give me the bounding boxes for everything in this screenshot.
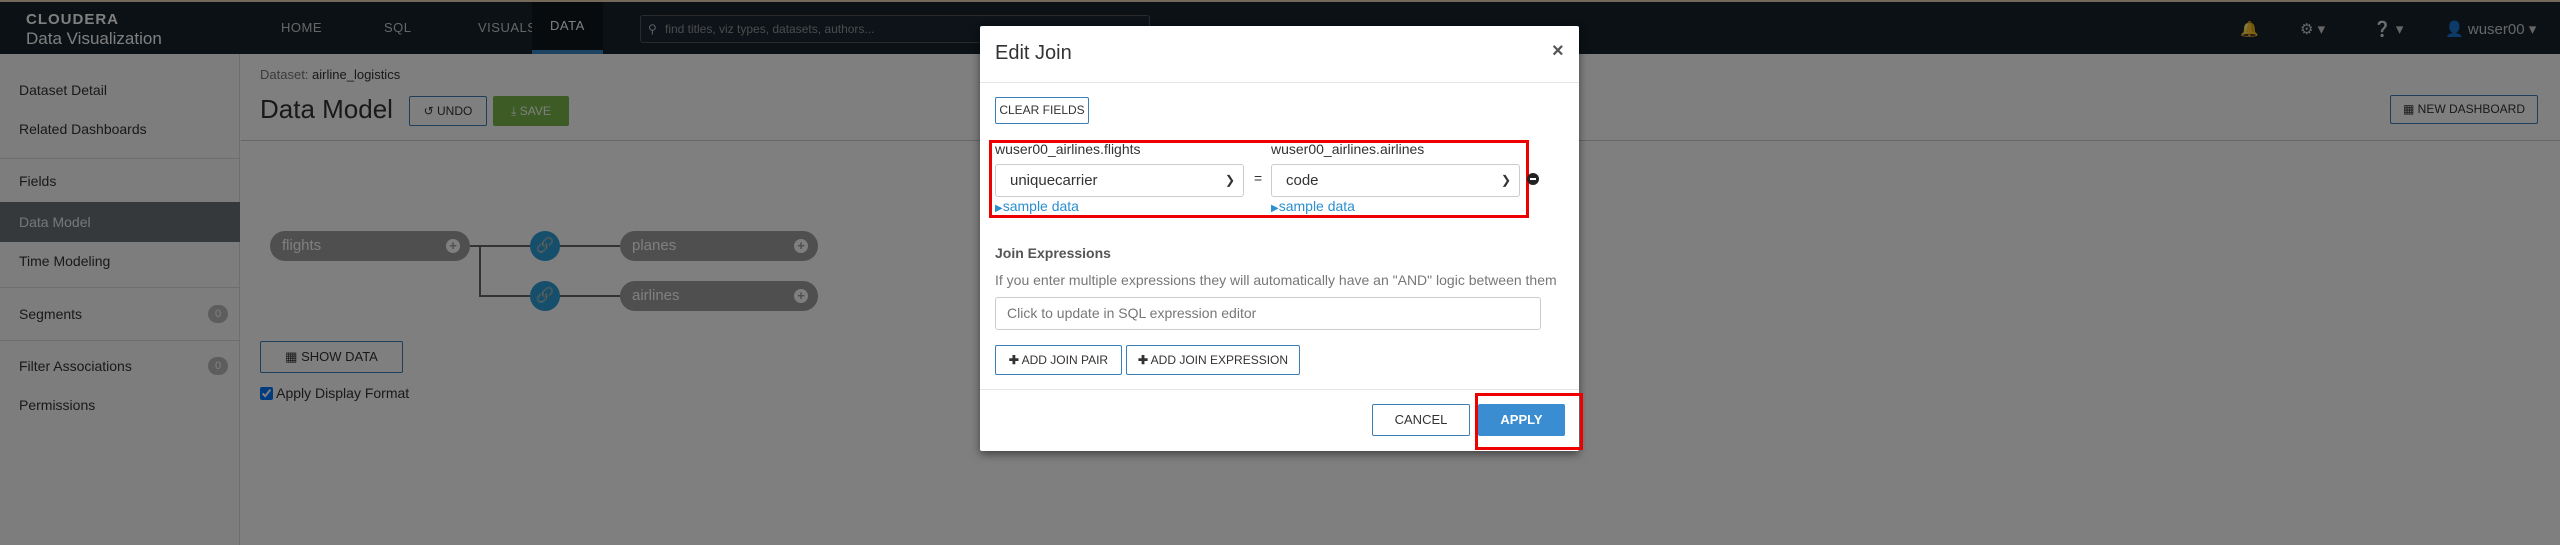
remove-pair-icon[interactable] bbox=[1527, 173, 1539, 185]
sample-data-label: sample data bbox=[1278, 198, 1355, 214]
chevron-down-icon: ❯ bbox=[1500, 173, 1511, 187]
chevron-down-icon: ❯ bbox=[1224, 173, 1235, 187]
equals-sign: = bbox=[1254, 170, 1263, 186]
divider bbox=[980, 82, 1579, 83]
left-field-value: uniquecarrier bbox=[1010, 172, 1098, 189]
modal-title: Edit Join bbox=[995, 42, 1072, 64]
close-icon[interactable]: × bbox=[1552, 40, 1564, 63]
add-join-pair-button[interactable]: ✚ ADD JOIN PAIR bbox=[995, 345, 1122, 375]
join-expressions-heading: Join Expressions bbox=[995, 245, 1111, 261]
right-sample-data-link[interactable]: ▶sample data bbox=[1271, 198, 1355, 214]
apply-highlight-box bbox=[1475, 393, 1583, 450]
right-table-label: wuser00_airlines.airlines bbox=[1271, 141, 1425, 157]
sample-data-label: sample data bbox=[1002, 198, 1079, 214]
cancel-button[interactable]: CANCEL bbox=[1372, 404, 1470, 436]
add-join-pair-label: ADD JOIN PAIR bbox=[1021, 353, 1109, 367]
join-expressions-help: If you enter multiple expressions they w… bbox=[995, 272, 1557, 288]
add-join-expression-button[interactable]: ✚ ADD JOIN EXPRESSION bbox=[1126, 345, 1300, 375]
divider bbox=[980, 389, 1579, 390]
left-field-select[interactable]: uniquecarrier ❯ bbox=[995, 164, 1244, 197]
right-field-value: code bbox=[1286, 172, 1319, 189]
left-table-label: wuser00_airlines.flights bbox=[995, 141, 1141, 157]
left-sample-data-link[interactable]: ▶sample data bbox=[995, 198, 1079, 214]
clear-fields-button[interactable]: CLEAR FIELDS bbox=[995, 97, 1089, 124]
right-field-select[interactable]: code ❯ bbox=[1271, 164, 1520, 197]
edit-join-modal: Edit Join × CLEAR FIELDS wuser00_airline… bbox=[980, 26, 1579, 451]
add-join-expression-label: ADD JOIN EXPRESSION bbox=[1150, 353, 1289, 367]
sql-expression-input[interactable]: Click to update in SQL expression editor bbox=[995, 297, 1541, 330]
